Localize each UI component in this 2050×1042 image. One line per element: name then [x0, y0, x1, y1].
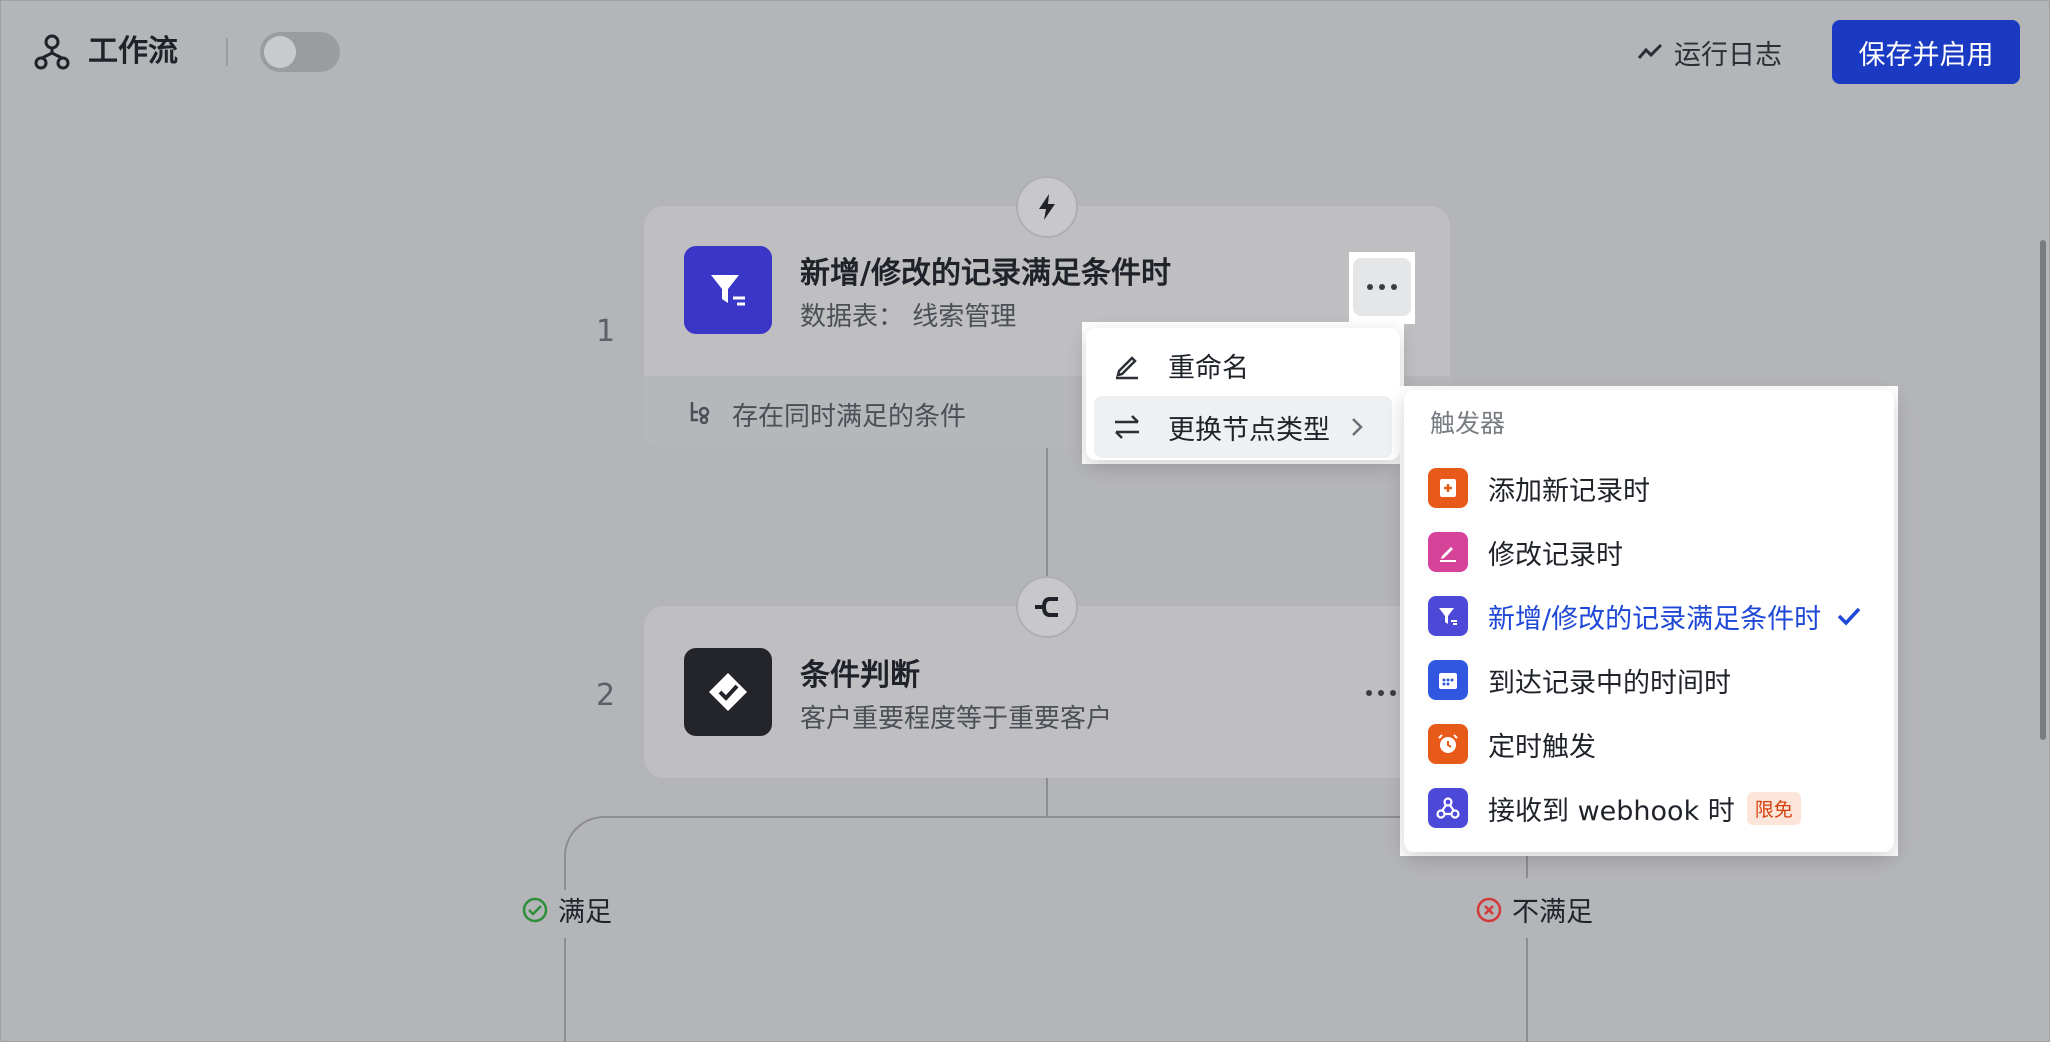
chevron-right-icon — [1352, 418, 1363, 436]
trigger-option-label: 添加新记录时 — [1488, 475, 1650, 507]
alarm-icon — [1428, 724, 1468, 764]
node-subtitle: 数据表： 线索管理 — [800, 302, 1017, 332]
node-footer-text: 存在同时满足的条件 — [732, 402, 967, 432]
toggle-knob — [264, 36, 296, 68]
filter-icon — [1428, 596, 1468, 636]
edit-record-icon — [1428, 532, 1468, 572]
header-divider — [226, 38, 228, 66]
trigger-option-add-record[interactable]: 添加新记录时 — [1418, 460, 1880, 516]
branch-yes-label: 满足 — [522, 890, 612, 929]
checkmark-icon — [1837, 607, 1861, 626]
trigger-option-label: 接收到 webhook 时 — [1488, 795, 1735, 827]
trend-icon — [1637, 43, 1663, 59]
node-title: 新增/修改的记录满足条件时 — [800, 256, 1171, 291]
trigger-option-webhook[interactable]: 接收到 webhook 时 限免 — [1418, 780, 1880, 836]
webhook-icon — [1428, 788, 1468, 828]
branch-condition-icon — [690, 402, 710, 424]
menu-item-label: 重命名 — [1168, 352, 1249, 384]
lightning-icon — [1039, 194, 1055, 220]
vertical-scrollbar[interactable] — [2040, 240, 2046, 740]
trigger-badge — [1016, 176, 1078, 238]
branch-badge — [1016, 576, 1078, 638]
trigger-option-scheduled[interactable]: 定时触发 — [1418, 716, 1880, 772]
save-and-enable-button[interactable]: 保存并启用 — [1832, 20, 2020, 84]
branch-icon — [1035, 597, 1058, 617]
node-title: 条件判断 — [800, 658, 920, 693]
connector-line — [564, 876, 566, 890]
run-log-button[interactable]: 运行日志 — [1636, 32, 1782, 72]
trigger-option-label: 定时触发 — [1488, 731, 1596, 763]
menu-item-rename[interactable]: 重命名 — [1094, 334, 1392, 396]
run-log-label: 运行日志 — [1674, 39, 1782, 71]
trigger-option-edit-record[interactable]: 修改记录时 — [1418, 524, 1880, 580]
workflow-toggle[interactable] — [260, 32, 340, 72]
trigger-submenu: 触发器 添加新记录时 修改记录时 新增/修改的记录满足条件时 到达记录中的时间时… — [1404, 390, 1894, 852]
more-options-button[interactable] — [1353, 258, 1411, 316]
connector-line — [1526, 938, 1528, 1042]
trigger-option-label: 新增/修改的记录满足条件时 — [1488, 603, 1822, 635]
pencil-icon — [1110, 348, 1144, 382]
condition-icon — [684, 648, 772, 736]
branch-curve-left — [564, 816, 1050, 878]
trigger-option-label: 到达记录中的时间时 — [1488, 667, 1731, 699]
calendar-icon — [1428, 660, 1468, 700]
free-tag-badge: 限免 — [1746, 791, 1801, 825]
page-title: 工作流 — [88, 34, 178, 69]
trigger-option-label: 修改记录时 — [1488, 539, 1623, 571]
x-circle-icon — [1476, 897, 1502, 922]
node-index: 1 — [596, 314, 616, 349]
connector-line — [1046, 778, 1048, 818]
workflow-icon — [34, 34, 70, 70]
trigger-option-record-matches[interactable]: 新增/修改的记录满足条件时 — [1418, 588, 1880, 644]
filter-icon — [684, 246, 772, 334]
branch-no-text: 不满足 — [1512, 897, 1593, 928]
context-menu: 重命名 更换节点类型 — [1086, 328, 1400, 460]
more-button-highlight — [1349, 252, 1415, 324]
menu-item-change-type[interactable]: 更换节点类型 — [1094, 396, 1392, 458]
check-circle-icon — [522, 897, 548, 922]
submenu-heading: 触发器 — [1430, 409, 1506, 438]
menu-item-label: 更换节点类型 — [1168, 414, 1330, 446]
connector-line — [564, 938, 566, 1042]
add-record-icon — [1428, 468, 1468, 508]
swap-icon — [1110, 410, 1144, 444]
node-subtitle: 客户重要程度等于重要客户 — [800, 704, 1113, 734]
node-index: 2 — [596, 678, 616, 713]
trigger-option-record-time[interactable]: 到达记录中的时间时 — [1418, 652, 1880, 708]
branch-yes-text: 满足 — [558, 897, 612, 928]
branch-no-label: 不满足 — [1476, 890, 1593, 929]
